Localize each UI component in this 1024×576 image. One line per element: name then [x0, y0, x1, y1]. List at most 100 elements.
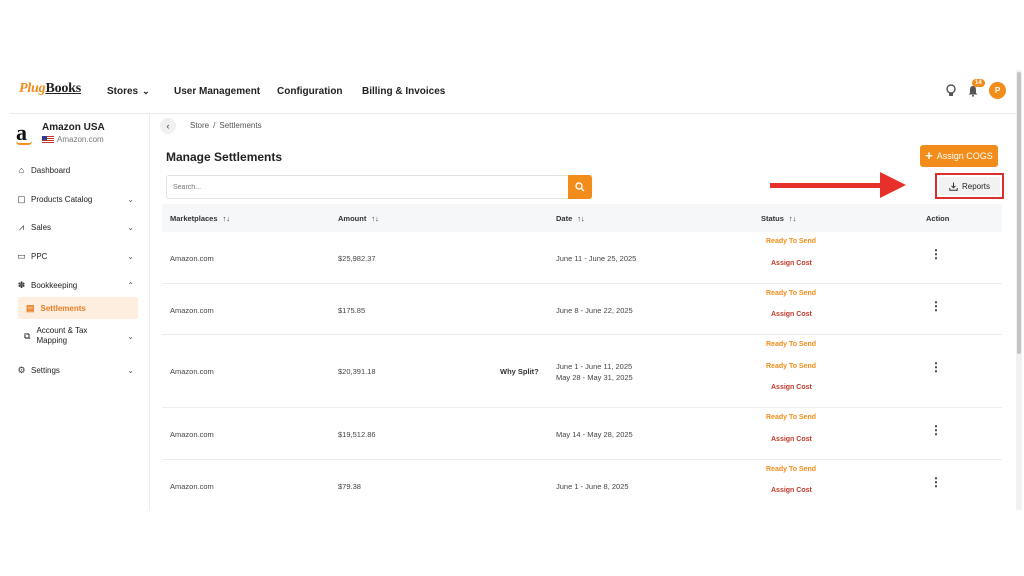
- table-row: Amazon.com $19,512.86 May 14 - May 28, 2…: [162, 408, 1002, 460]
- status-ready-to-send[interactable]: Ready To Send: [766, 466, 816, 473]
- reports-button[interactable]: Reports: [939, 177, 1000, 195]
- sidebar-item-label: Products Catalog: [31, 194, 93, 204]
- document-icon: ▤: [26, 302, 35, 313]
- column-header-status[interactable]: Status ↑↓: [761, 214, 796, 223]
- cell-marketplace: Amazon.com: [170, 306, 214, 315]
- logo-part-plug: Plug: [19, 81, 46, 96]
- assign-cost-link[interactable]: Assign Cost: [771, 260, 812, 267]
- assign-cost-link[interactable]: Assign Cost: [771, 436, 812, 443]
- column-header-amount[interactable]: Amount ↑↓: [338, 214, 379, 223]
- scrollbar-thumb[interactable]: [1017, 72, 1021, 354]
- plugbooks-logo[interactable]: PlugBooks: [19, 81, 81, 97]
- sidebar-item-label: Settlements: [40, 303, 86, 313]
- search-input[interactable]: [166, 175, 568, 199]
- more-vertical-icon[interactable]: ⋮: [930, 475, 942, 489]
- assign-cogs-button[interactable]: + Assign COGS: [920, 145, 998, 167]
- download-icon: [949, 182, 958, 191]
- lightbulb-icon[interactable]: [945, 83, 959, 98]
- sidebar: a Amazon USA Amazon.com ⌂ Dashboard ▢ Prod…: [10, 114, 150, 510]
- search-button[interactable]: [568, 175, 592, 199]
- assign-cost-link[interactable]: Assign Cost: [771, 384, 812, 391]
- column-header-marketplaces[interactable]: Marketplaces ↑↓: [170, 214, 230, 223]
- more-vertical-icon[interactable]: ⋮: [930, 423, 942, 437]
- frame: PlugBooks Stores ⌄ User Management Config…: [0, 0, 1024, 576]
- sidebar-item-label: Account & Tax Mapping: [36, 326, 88, 345]
- plus-icon: +: [925, 148, 933, 163]
- column-header-action: Action: [926, 214, 950, 223]
- notification-badge: 14: [972, 78, 985, 87]
- more-vertical-icon[interactable]: ⋮: [930, 360, 942, 374]
- status-ready-to-send[interactable]: Ready To Send: [766, 238, 816, 245]
- settlements-table: Marketplaces ↑↓ Amount ↑↓ Date ↑↓ Status ↑↓ …: [162, 204, 1002, 510]
- app-window: PlugBooks Stores ⌄ User Management Config…: [10, 70, 1022, 510]
- logo-part-books: Books: [45, 81, 82, 96]
- cell-amount: $25,982.37: [338, 254, 376, 263]
- us-flag-icon: [42, 135, 54, 144]
- sidebar-item-label: Settings: [31, 365, 60, 375]
- column-header-date[interactable]: Date ↑↓: [556, 214, 585, 223]
- sidebar-item-sales[interactable]: ⩘ Sales ⌄: [16, 218, 138, 236]
- cell-amount: $19,512.86: [338, 430, 376, 439]
- breadcrumb-separator: /: [213, 121, 216, 130]
- notification-bell-icon[interactable]: 14: [967, 78, 985, 98]
- table-row: Amazon.com $25,982.37 June 11 - June 25,…: [162, 232, 1002, 284]
- header-label: Status: [761, 214, 784, 223]
- sort-icon: ↑↓: [222, 214, 231, 223]
- chevron-up-icon: ⌃: [127, 280, 134, 290]
- cell-date: June 8 - June 22, 2025: [556, 306, 633, 315]
- status-ready-to-send[interactable]: Ready To Send: [766, 363, 816, 370]
- header-label: Amount: [338, 214, 367, 223]
- vertical-scrollbar[interactable]: [1016, 70, 1022, 510]
- why-split-link[interactable]: Why Split?: [500, 367, 539, 376]
- cell-amount: $79.38: [338, 482, 361, 491]
- chevron-down-icon: ⌄: [142, 86, 150, 96]
- chevron-down-icon: ⌄: [127, 251, 134, 261]
- status-ready-to-send[interactable]: Ready To Send: [766, 290, 816, 297]
- cell-amount: $175.85: [338, 306, 366, 315]
- sidebar-item-products-catalog[interactable]: ▢ Products Catalog ⌄: [16, 190, 138, 208]
- breadcrumb-store[interactable]: Store: [190, 121, 209, 130]
- settings-icon: ⚙: [17, 364, 26, 375]
- amazon-logo-icon: a: [16, 122, 32, 145]
- cell-date: June 1 - June 8, 2025: [556, 482, 629, 491]
- table-row: Amazon.com $79.38 June 1 - June 8, 2025 …: [162, 460, 1002, 510]
- table-row: Amazon.com $175.85 June 8 - June 22, 202…: [162, 284, 1002, 335]
- cell-date: June 11 - June 25, 2025: [556, 254, 637, 263]
- annotation-arrow-shaft: [770, 183, 886, 188]
- nav-user-management[interactable]: User Management: [174, 86, 260, 97]
- breadcrumb: Store / Settlements: [190, 121, 266, 130]
- store-selector[interactable]: a Amazon USA Amazon.com: [16, 122, 105, 145]
- nav-billing-invoices[interactable]: Billing & Invoices: [362, 86, 445, 97]
- home-icon: ⌂: [18, 165, 25, 175]
- table-header: Marketplaces ↑↓ Amount ↑↓ Date ↑↓ Status ↑↓ …: [162, 204, 1002, 232]
- assign-cost-link[interactable]: Assign Cost: [771, 311, 812, 318]
- sidebar-item-bookkeeping[interactable]: ✽ Bookkeeping ⌃: [16, 276, 138, 294]
- sidebar-item-account-tax-mapping[interactable]: ⧉ Account & Tax Mapping ⌄: [24, 324, 138, 348]
- sidebar-item-dashboard[interactable]: ⌂ Dashboard: [16, 161, 138, 179]
- cell-date: May 14 - May 28, 2025: [556, 430, 633, 439]
- table-row: Amazon.com $20,391.18 Why Split? June 1 …: [162, 335, 1002, 408]
- sort-icon: ↑↓: [371, 214, 379, 223]
- sidebar-item-settlements[interactable]: ▤ Settlements: [18, 297, 138, 319]
- store-marketplace-label: Amazon.com: [57, 135, 104, 144]
- breadcrumb-current: Settlements: [219, 121, 262, 130]
- user-avatar[interactable]: P: [989, 82, 1006, 99]
- cell-marketplace: Amazon.com: [170, 430, 214, 439]
- status-ready-to-send[interactable]: Ready To Send: [766, 414, 816, 421]
- status-ready-to-send[interactable]: Ready To Send: [766, 341, 816, 348]
- nav-stores-label: Stores: [107, 86, 139, 97]
- sidebar-item-settings[interactable]: ⚙ Settings ⌄: [16, 361, 138, 379]
- chevron-down-icon: ⌄: [127, 194, 134, 204]
- nav-stores[interactable]: Stores ⌄: [107, 86, 150, 97]
- sidebar-item-ppc[interactable]: ▭ PPC ⌄: [16, 247, 138, 265]
- cell-marketplace: Amazon.com: [170, 254, 214, 263]
- more-vertical-icon[interactable]: ⋮: [930, 299, 942, 313]
- gear-icon: ✽: [17, 279, 26, 290]
- assign-cost-link[interactable]: Assign Cost: [771, 487, 812, 494]
- chevron-down-icon: ⌄: [127, 222, 134, 232]
- store-name: Amazon USA: [42, 122, 105, 133]
- nav-configuration[interactable]: Configuration: [277, 86, 343, 97]
- back-arrow-icon[interactable]: ‹: [160, 118, 176, 134]
- sidebar-item-label: Bookkeeping: [31, 280, 78, 290]
- more-vertical-icon[interactable]: ⋮: [930, 247, 942, 261]
